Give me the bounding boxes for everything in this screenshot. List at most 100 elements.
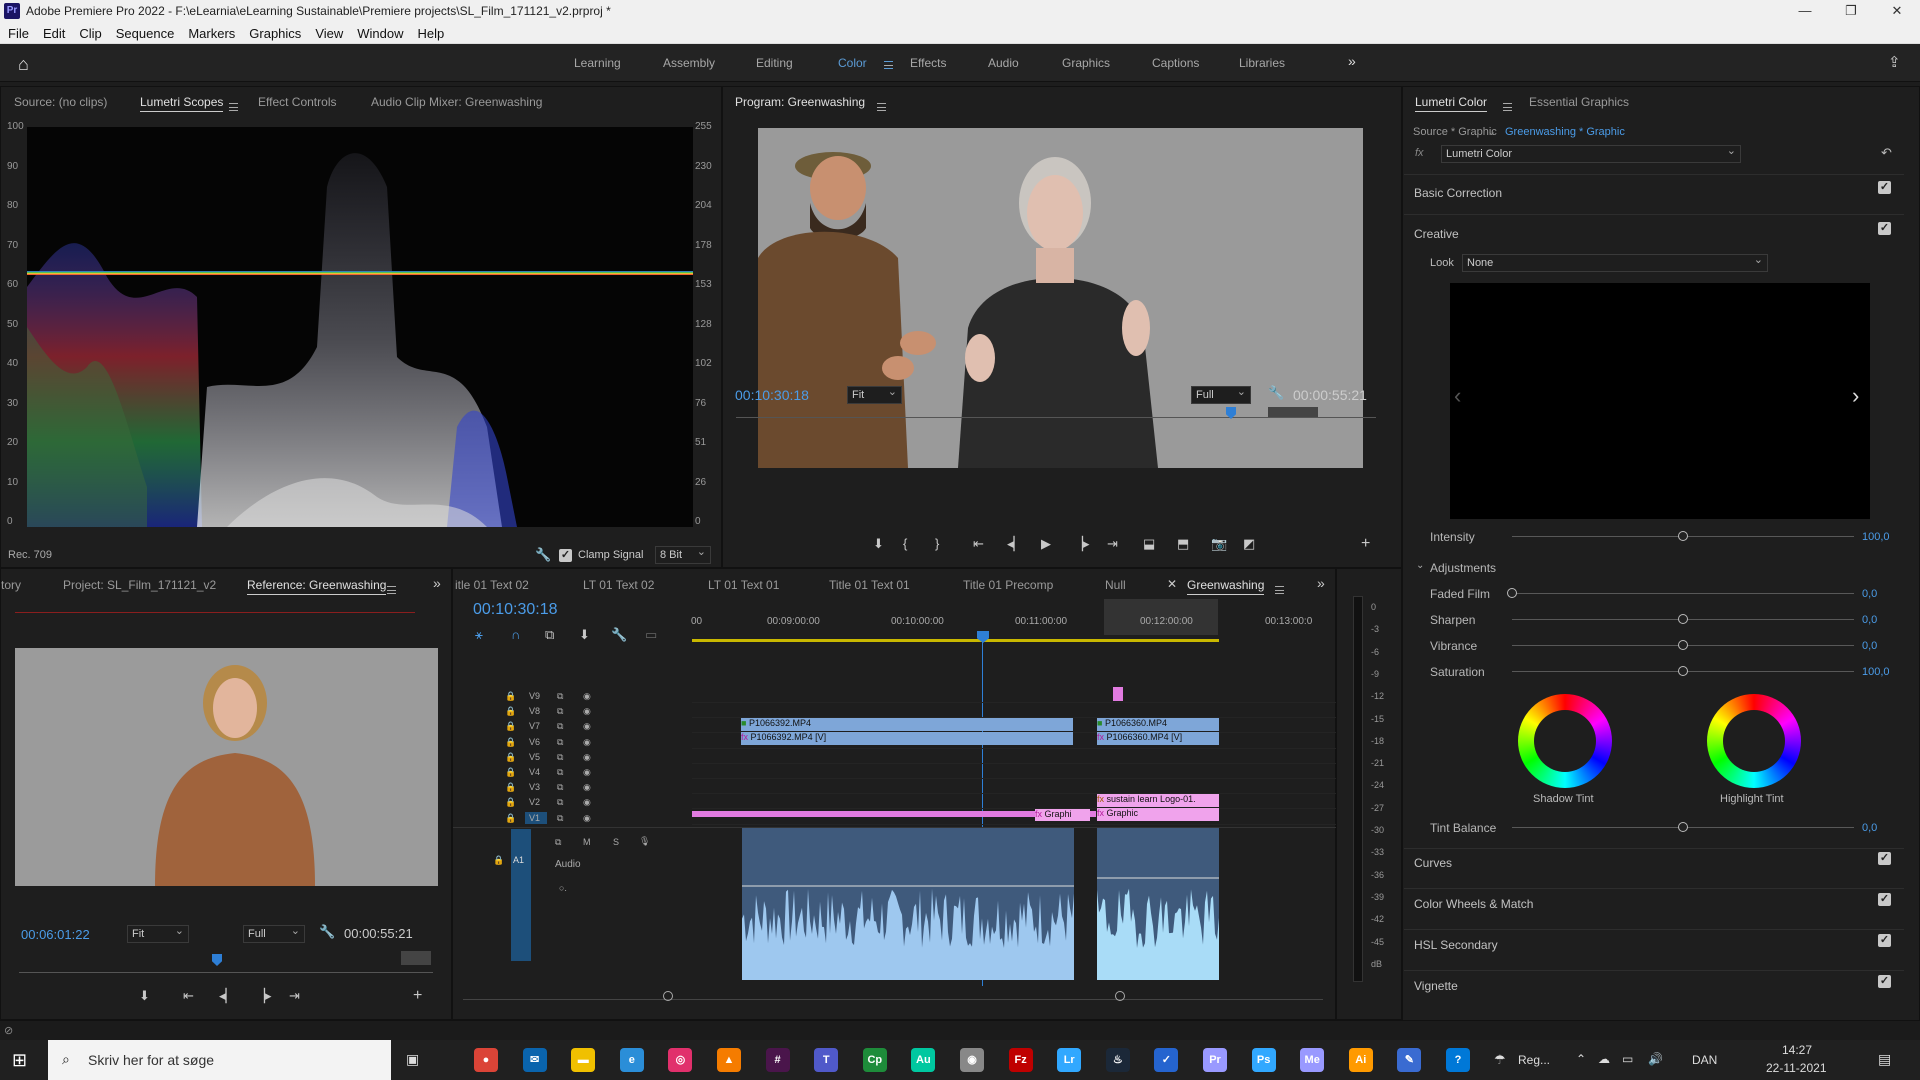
language-indicator[interactable]: DAN	[1692, 1053, 1717, 1067]
audio-lock-icon[interactable]: 🔒	[493, 855, 504, 866]
photoshop-icon[interactable]: Ps	[1251, 1048, 1276, 1072]
sharpen-value[interactable]: 0,0	[1862, 614, 1877, 626]
hsl-secondary-checkbox[interactable]: ✓	[1878, 934, 1891, 947]
clip-v6-b[interactable]: fx P1066360.MP4 [V]	[1097, 732, 1219, 745]
go-to-out-icon[interactable]: ⇥	[1107, 536, 1118, 552]
workspace-graphics[interactable]: Graphics	[1062, 56, 1110, 70]
scroll-handle-left[interactable]	[1115, 991, 1125, 1001]
audition-icon[interactable]: Au	[911, 1048, 936, 1072]
notification-icon[interactable]: ▤	[1878, 1051, 1891, 1068]
track-eye-icon[interactable]: ◉	[583, 767, 591, 778]
program-timecode[interactable]: 00:10:30:18	[735, 387, 809, 403]
vibrance-value[interactable]: 0,0	[1862, 640, 1877, 652]
clip-v1-graphic[interactable]: fx Graphic	[1097, 808, 1219, 821]
sharpen-knob[interactable]	[1678, 614, 1688, 624]
close-button[interactable]: ✕	[1874, 0, 1920, 22]
menu-clip[interactable]: Clip	[71, 22, 107, 41]
look-dropdown[interactable]: None	[1462, 253, 1768, 272]
saturation-value[interactable]: 100,0	[1862, 666, 1890, 678]
menu-markers[interactable]: Markers	[180, 22, 241, 41]
lift-icon[interactable]: ⬓	[1143, 536, 1155, 552]
tray-chevron-icon[interactable]: ⌃	[1576, 1052, 1586, 1066]
filezilla-icon[interactable]: Fz	[1008, 1048, 1033, 1072]
timeline-tab-4[interactable]: Title 01 Text 01	[829, 578, 910, 592]
look-preview[interactable]: ‹ ›	[1450, 283, 1870, 519]
faded-film-value[interactable]: 0,0	[1862, 588, 1877, 600]
timeline-tab-1[interactable]: itle 01 Text 02	[455, 578, 529, 592]
taskbar-search[interactable]: ⌕ Skriv her for at søge	[48, 1040, 391, 1080]
clock-date[interactable]: 22-11-2021	[1766, 1061, 1827, 1075]
audio-solo-button[interactable]: S	[613, 837, 619, 847]
track-sync-icon[interactable]: ⧉	[557, 813, 563, 824]
reference-step-back-icon[interactable]: ◂▏	[219, 988, 236, 1004]
track-sync-icon[interactable]: ⧉	[557, 767, 563, 778]
vibrance-knob[interactable]	[1678, 640, 1688, 650]
reference-scrub-bar[interactable]	[19, 972, 433, 973]
audio-clip-b[interactable]	[1097, 828, 1219, 980]
minimize-button[interactable]: —	[1782, 0, 1828, 22]
color-wheels-checkbox[interactable]: ✓	[1878, 893, 1891, 906]
bit-depth-dropdown[interactable]: 8 Bit	[655, 545, 711, 564]
panel-overflow-icon[interactable]: »	[433, 575, 441, 591]
step-forward-icon[interactable]: ▕▸	[1073, 536, 1090, 552]
look-prev-icon[interactable]: ‹	[1454, 383, 1461, 409]
program-menu-icon[interactable]	[877, 102, 886, 111]
add-button-icon[interactable]: +	[1361, 535, 1370, 553]
section-creative[interactable]: Creative	[1414, 227, 1459, 241]
slack-icon[interactable]: #	[765, 1048, 790, 1072]
track-sync-icon[interactable]: ⧉	[557, 752, 563, 763]
audio-clip-a[interactable]	[742, 828, 1074, 980]
timeline-tab-6[interactable]: Null	[1105, 578, 1126, 592]
workspace-effects[interactable]: Effects	[910, 56, 946, 70]
section-vignette[interactable]: Vignette	[1414, 979, 1458, 993]
adjustments-label[interactable]: Adjustments	[1430, 561, 1496, 575]
clamp-signal-checkbox[interactable]: ✓	[559, 549, 572, 562]
step-back-icon[interactable]: ◂▏	[1007, 536, 1024, 552]
program-fit-dropdown[interactable]: Fit	[847, 385, 902, 404]
workspace-libraries[interactable]: Libraries	[1239, 56, 1285, 70]
vignette-checkbox[interactable]: ✓	[1878, 975, 1891, 988]
captivate-icon[interactable]: Cp	[862, 1048, 887, 1072]
play-icon[interactable]: ▶	[1041, 536, 1051, 552]
menu-view[interactable]: View	[307, 22, 349, 41]
shadow-tint-wheel[interactable]	[1518, 694, 1612, 788]
menu-file[interactable]: File	[0, 22, 35, 41]
track-sync-icon[interactable]: ⧉	[557, 797, 563, 808]
maximize-button[interactable]: ❐	[1828, 0, 1874, 22]
timeline-horizontal-scrollbar[interactable]	[463, 999, 1323, 1000]
add-marker-icon[interactable]: ⬇	[873, 536, 884, 552]
creative-checkbox[interactable]: ✓	[1878, 222, 1891, 235]
timeline-tab-greenwashing[interactable]: Greenwashing	[1187, 578, 1265, 595]
lumetri-sequence-target[interactable]: Greenwashing * Graphic	[1505, 126, 1625, 138]
notepad-icon[interactable]: ✎	[1397, 1048, 1422, 1072]
weather-icon[interactable]: ☂	[1494, 1052, 1506, 1068]
workspace-editing[interactable]: Editing	[756, 56, 793, 70]
tab-essential-graphics[interactable]: Essential Graphics	[1529, 95, 1629, 109]
illustrator-icon[interactable]: Ai	[1348, 1048, 1373, 1072]
look-next-icon[interactable]: ›	[1852, 383, 1859, 409]
explorer-icon[interactable]: ▬	[571, 1048, 596, 1072]
go-to-in-icon[interactable]: ⇤	[973, 536, 984, 552]
menu-help[interactable]: Help	[410, 22, 451, 41]
reference-go-to-out-icon[interactable]: ⇥	[289, 988, 300, 1004]
scroll-handle-right[interactable]	[663, 991, 673, 1001]
track-lock-icon[interactable]: 🔒	[505, 767, 516, 778]
lumetri-menu-icon[interactable]	[1503, 102, 1512, 111]
steam-icon[interactable]: ♨	[1105, 1048, 1130, 1072]
saturation-knob[interactable]	[1678, 666, 1688, 676]
reference-timecode[interactable]: 00:06:01:22	[21, 927, 90, 942]
volume-icon[interactable]: 🔊	[1648, 1052, 1663, 1066]
track-eye-icon[interactable]: ◉	[583, 782, 591, 793]
weather-text[interactable]: Reg...	[1518, 1053, 1550, 1067]
vlc-icon[interactable]: ▲	[717, 1048, 741, 1072]
tab-project[interactable]: Project: SL_Film_171121_v2	[63, 578, 216, 592]
clip-v6-a[interactable]: fx P1066392.MP4 [V]	[741, 732, 1073, 745]
program-scrub-bar[interactable]	[736, 417, 1376, 418]
intensity-value[interactable]: 100,0	[1862, 531, 1890, 543]
share-icon[interactable]: ⇪	[1888, 53, 1901, 71]
outlook-icon[interactable]: ✉	[522, 1048, 547, 1072]
tab-history[interactable]: tory	[1, 578, 21, 592]
track-lock-icon[interactable]: 🔒	[505, 782, 516, 793]
reference-settings-icon[interactable]: 🔧	[319, 924, 335, 940]
menu-graphics[interactable]: Graphics	[241, 22, 307, 41]
